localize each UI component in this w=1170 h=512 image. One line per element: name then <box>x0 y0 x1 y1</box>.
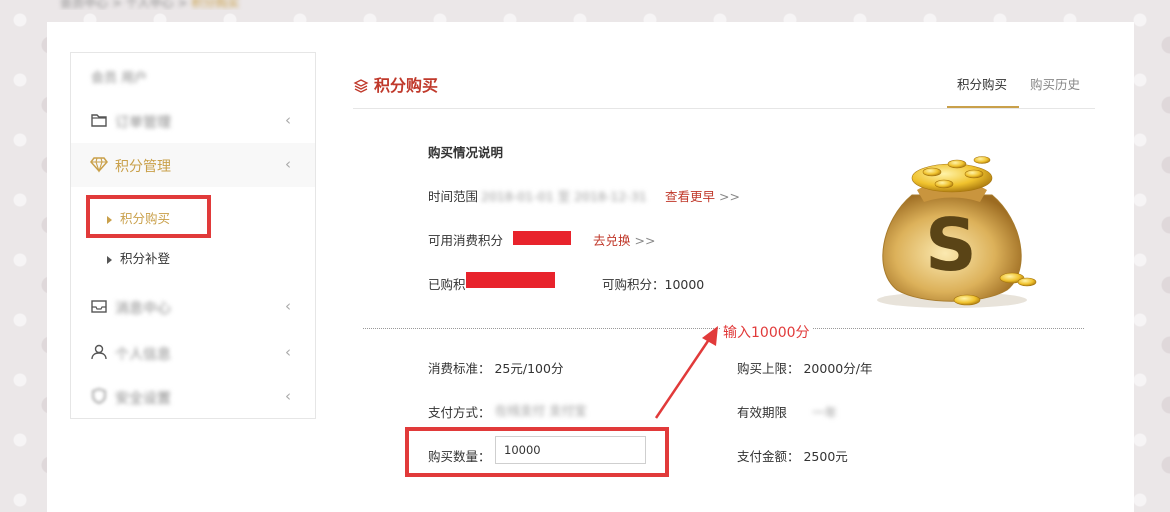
purchasable-points-label: 可购积分：10000 <box>602 277 705 292</box>
section-title: 购买情况说明 <box>428 145 504 160</box>
triangle-right-icon <box>107 255 112 264</box>
highlight-box-quantity <box>405 427 669 477</box>
sidebar-item-label: 消息中心 <box>115 301 171 317</box>
chevron-left-icon: ‹ <box>285 155 291 173</box>
highlight-box-sidebar <box>86 195 211 238</box>
available-points-label: 可用消费积分 <box>428 233 504 248</box>
validity-label: 有效期限 <box>737 405 788 420</box>
breadcrumb-path: 会员中心 > 个人中心 > <box>60 0 188 10</box>
price-standard: 消费标准： 25元/100分 <box>428 361 564 376</box>
sidebar-item-label: 订单管理 <box>115 115 171 131</box>
bought-points-label: 已购积 <box>428 277 466 292</box>
sidebar-item-label: 积分管理 <box>115 159 171 175</box>
redacted-value <box>513 231 571 245</box>
chevron-left-icon: ‹ <box>285 111 291 129</box>
sidebar-item-security[interactable]: 安全设置 ‹ <box>71 375 315 419</box>
breadcrumb-current: 积分购买 <box>191 0 240 10</box>
header-divider <box>353 108 1095 109</box>
chevron-left-icon: ‹ <box>285 343 291 361</box>
payment-method-label: 支付方式： <box>428 405 491 420</box>
payment-method-value: 在线支付 支付宝 <box>495 403 587 418</box>
sidebar-username: 会员 用户 <box>91 71 148 86</box>
purchase-limit: 购买上限： 20000分/年 <box>737 361 873 376</box>
sidebar-item-profile[interactable]: 个人信息 ‹ <box>71 331 315 375</box>
shield-icon <box>92 388 106 404</box>
tab-buy-points[interactable]: 积分购买 <box>957 74 1007 93</box>
sidebar-item-messages[interactable]: 消息中心 ‹ <box>71 285 315 329</box>
view-earlier-link-text: 查看更早 <box>665 189 716 204</box>
sidebar-item-orders[interactable]: 订单管理 ‹ <box>71 99 315 143</box>
chevron-left-icon: ‹ <box>285 297 291 315</box>
breadcrumb: 会员中心 > 个人中心 > 积分购买 <box>0 0 1170 10</box>
chevron-left-icon: ‹ <box>285 387 291 405</box>
money-bag-image: S <box>877 156 1037 308</box>
sidebar-subitem-label: 积分补登 <box>120 251 171 266</box>
user-icon <box>91 344 107 360</box>
annotation-text: 输入10000分 <box>721 322 812 342</box>
redacted-value <box>466 272 555 288</box>
redeem-link-arrow: >> <box>634 233 656 248</box>
sidebar-item-label: 安全设置 <box>115 391 171 407</box>
redeem-link-text: 去兑换 <box>593 233 631 248</box>
tab-purchase-history[interactable]: 购买历史 <box>1030 74 1080 93</box>
folder-icon <box>91 114 107 127</box>
inbox-icon <box>91 300 107 313</box>
sidebar-item-label: 个人信息 <box>115 347 171 363</box>
payment-amount: 支付金额： 2500元 <box>737 449 848 464</box>
page-title-text: 积分购买 <box>374 76 439 95</box>
layers-icon <box>353 79 369 93</box>
page-title: 积分购买 <box>353 72 438 96</box>
redeem-link[interactable]: 去兑换 >> <box>593 230 655 249</box>
annotation-arrow-icon <box>654 326 718 419</box>
validity-value: 一年 <box>812 405 838 420</box>
sidebar-item-points[interactable]: 积分管理 ‹ <box>71 143 315 187</box>
view-earlier-link-arrow: >> <box>719 189 740 204</box>
svg-text:S: S <box>925 203 977 287</box>
sidebar-subitem-points-supplement[interactable]: 积分补登 <box>107 248 170 272</box>
time-range-label: 时间范围 <box>428 189 479 204</box>
diamond-icon <box>90 157 108 173</box>
time-range-value: 2018-01-01 至 2018-12-31 <box>481 189 647 204</box>
view-earlier-link[interactable]: 查看更早 >> <box>665 186 740 205</box>
